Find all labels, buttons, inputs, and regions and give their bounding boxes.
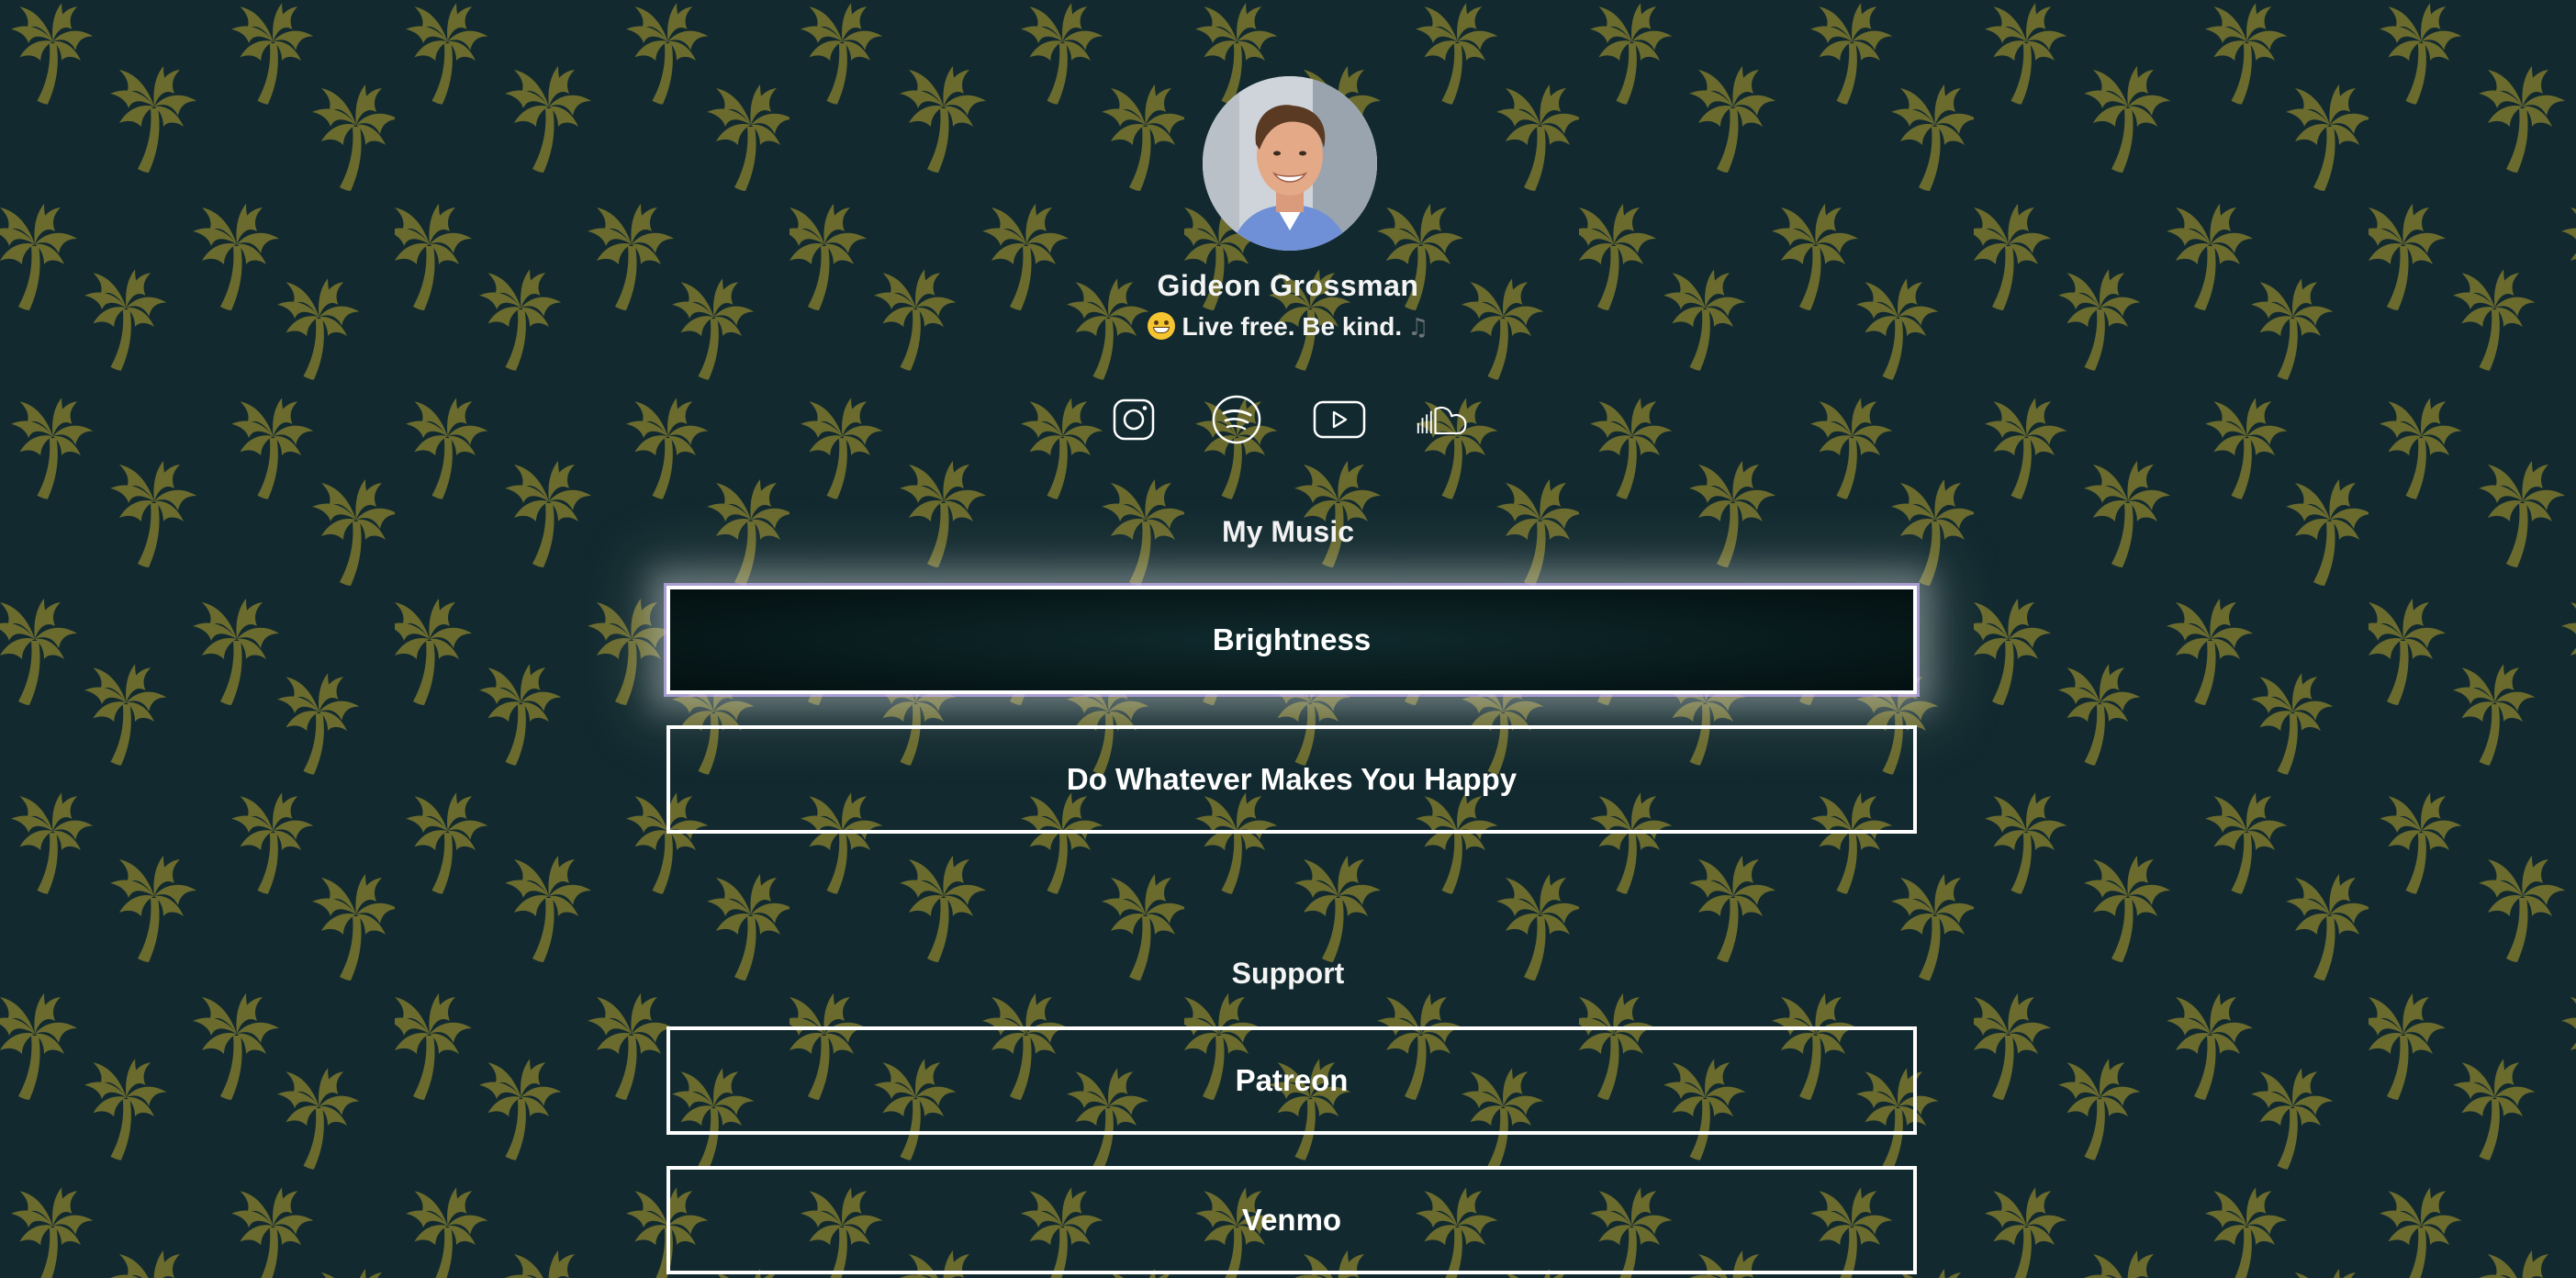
section-title-my-music: My Music <box>1221 515 1355 548</box>
link-button-patreon[interactable]: Patreon <box>666 1026 1917 1135</box>
spotify-icon[interactable] <box>1210 393 1263 446</box>
soundcloud-icon[interactable] <box>1416 393 1469 446</box>
instagram-icon[interactable] <box>1107 393 1160 446</box>
link-button-brightness[interactable]: Brightness <box>666 586 1917 694</box>
grinning-face-icon <box>1147 312 1175 340</box>
profile-name: Gideon Grossman <box>1157 269 1419 302</box>
youtube-icon[interactable] <box>1313 393 1366 446</box>
link-label: Patreon <box>1235 1063 1349 1097</box>
link-button-venmo[interactable]: Venmo <box>666 1166 1917 1274</box>
linktree-page: Gideon Grossman Live free. Be kind. ♫ My… <box>0 0 2576 1278</box>
link-label: Venmo <box>1241 1203 1342 1237</box>
link-label: Do Whatever Makes You Happy <box>1066 762 1518 796</box>
avatar <box>1203 76 1377 251</box>
bio-text: Live free. Be kind. <box>1182 312 1403 341</box>
musical-note-icon: ♫ <box>1407 314 1429 342</box>
profile-bio: Live free. Be kind. ♫ <box>0 312 2576 342</box>
section-title-support: Support <box>1231 957 1345 990</box>
social-icons <box>0 393 2576 446</box>
link-button-do-whatever-makes-you-happy[interactable]: Do Whatever Makes You Happy <box>666 725 1917 834</box>
link-label: Brightness <box>1212 622 1372 656</box>
